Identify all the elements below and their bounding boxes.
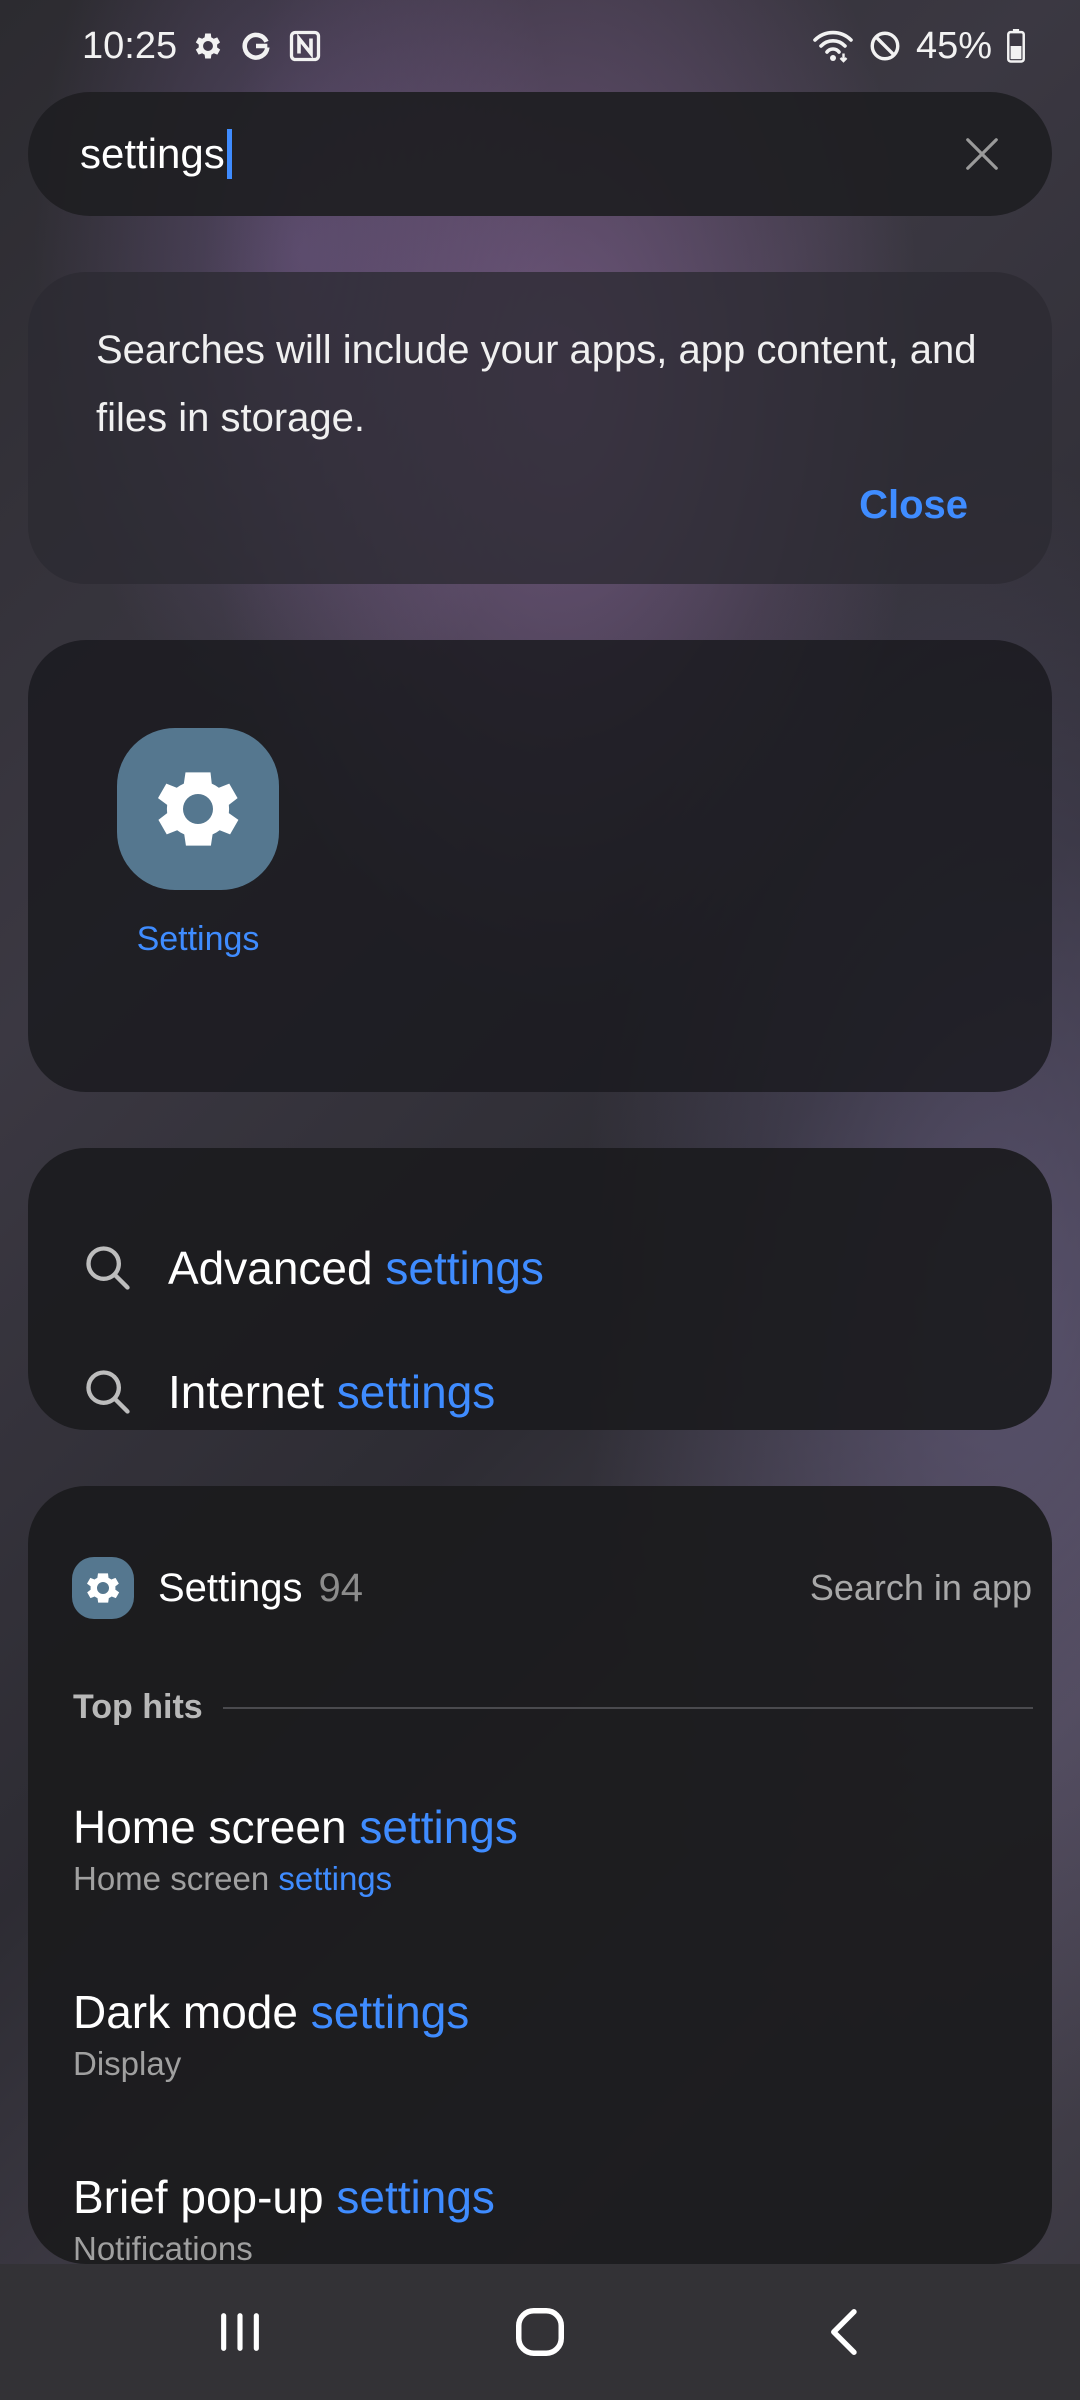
status-bar: 10:25 45% bbox=[0, 0, 1080, 92]
result-subtitle-match: settings bbox=[278, 1860, 393, 1897]
status-time: 10:25 bbox=[82, 24, 178, 67]
result-title: Dark mode settings bbox=[73, 1983, 1013, 2041]
search-input[interactable]: settings bbox=[80, 130, 225, 178]
result-title: Brief pop-up settings bbox=[73, 2168, 1013, 2226]
suggestion-match: settings bbox=[385, 1242, 544, 1294]
recents-button[interactable] bbox=[190, 2292, 290, 2372]
back-button[interactable] bbox=[795, 2292, 895, 2372]
search-info-card: Searches will include your apps, app con… bbox=[28, 272, 1052, 584]
suggestion-item[interactable]: Internet settings bbox=[78, 1352, 998, 1432]
result-subtitle: Notifications bbox=[73, 2226, 1013, 2264]
settings-app-tile[interactable]: Settings bbox=[90, 728, 306, 959]
section-label: Top hits bbox=[73, 1688, 203, 1726]
result-item[interactable]: Brief pop-up settings Notifications bbox=[73, 2168, 1013, 2264]
suggestions-card: Advanced settings Internet settings bbox=[28, 1148, 1052, 1430]
result-title-prefix: Brief pop-up bbox=[73, 2171, 337, 2223]
result-item[interactable]: Dark mode settings Display bbox=[73, 1983, 1013, 2087]
result-subtitle-prefix: Display bbox=[73, 2045, 182, 2082]
search-in-app-button[interactable]: Search in app bbox=[810, 1567, 1032, 1609]
result-item[interactable]: Home screen settings Home screen setting… bbox=[73, 1798, 1013, 1902]
result-title-match: settings bbox=[336, 2171, 495, 2223]
search-info-message: Searches will include your apps, app con… bbox=[96, 328, 977, 440]
result-subtitle-prefix: Home screen bbox=[73, 1860, 279, 1897]
divider bbox=[222, 1706, 1033, 1709]
close-button[interactable]: Close bbox=[859, 483, 968, 528]
text-cursor bbox=[226, 129, 232, 179]
top-hits-header: Top hits bbox=[73, 1688, 1033, 1727]
navigation-bar bbox=[0, 2264, 1080, 2400]
gear-icon bbox=[117, 728, 279, 890]
app-label: Settings bbox=[136, 920, 260, 958]
suggestion-item[interactable]: Advanced settings bbox=[78, 1228, 998, 1308]
apps-result-card: Settings bbox=[28, 640, 1052, 1092]
results-header: Settings 94 Search in app bbox=[72, 1548, 1032, 1628]
gear-icon bbox=[191, 29, 225, 63]
close-icon bbox=[966, 138, 998, 170]
result-subtitle: Home screen settings bbox=[73, 1856, 1013, 1902]
result-subtitle-prefix: Notifications bbox=[73, 2230, 253, 2264]
clear-search-button[interactable] bbox=[952, 124, 1012, 184]
result-title-match: settings bbox=[310, 1986, 470, 2038]
suggestion-match: settings bbox=[336, 1366, 496, 1418]
home-button[interactable] bbox=[490, 2292, 590, 2372]
recents-icon bbox=[221, 2313, 259, 2351]
result-title: Home screen settings bbox=[73, 1798, 1013, 1856]
wifi-icon bbox=[812, 28, 854, 64]
battery-percent: 45% bbox=[915, 24, 992, 67]
result-title-match: settings bbox=[359, 1801, 518, 1853]
do-not-disturb-icon bbox=[868, 29, 902, 63]
result-subtitle: Display bbox=[73, 2041, 1013, 2087]
home-icon bbox=[516, 2308, 564, 2356]
suggestion-prefix: Advanced bbox=[168, 1242, 386, 1294]
battery-icon bbox=[1006, 29, 1026, 63]
notion-icon bbox=[287, 28, 323, 64]
results-app-name: Settings bbox=[158, 1565, 303, 1610]
suggestion-prefix: Internet bbox=[168, 1366, 337, 1418]
search-icon bbox=[78, 1362, 138, 1422]
gear-icon bbox=[72, 1557, 134, 1619]
in-app-results-card: Settings 94 Search in app Top hits Home … bbox=[28, 1486, 1052, 2264]
google-icon bbox=[239, 29, 273, 63]
back-icon bbox=[831, 2309, 857, 2355]
results-count: 94 bbox=[318, 1565, 364, 1610]
result-title-prefix: Home screen bbox=[73, 1801, 360, 1853]
search-bar[interactable]: settings bbox=[28, 92, 1052, 216]
search-icon bbox=[78, 1238, 138, 1298]
result-title-prefix: Dark mode bbox=[73, 1986, 311, 2038]
